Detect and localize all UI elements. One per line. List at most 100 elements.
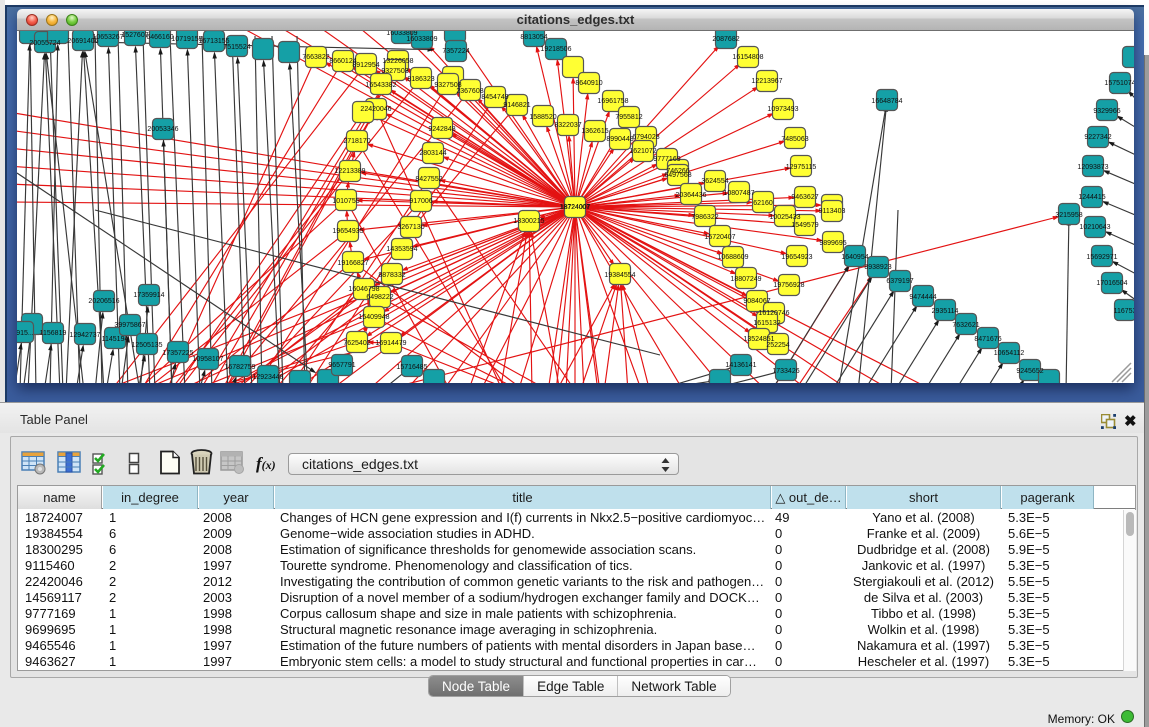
svg-text:10653267: 10653267 — [92, 34, 123, 41]
svg-text:9242848: 9242848 — [428, 126, 455, 133]
svg-text:3267130: 3267130 — [397, 224, 424, 231]
svg-text:15409948: 15409948 — [358, 314, 389, 321]
svg-text:19218506: 19218506 — [540, 46, 571, 53]
svg-text:14353594: 14353594 — [386, 246, 417, 253]
svg-text:6497568: 6497568 — [664, 172, 691, 179]
svg-text:7485063: 7485063 — [781, 136, 808, 143]
svg-text:15716485: 15716485 — [396, 364, 427, 371]
svg-text:15720407: 15720407 — [704, 234, 735, 241]
svg-text:22420046: 22420046 — [360, 106, 391, 113]
svg-text:19166827: 19166827 — [337, 260, 368, 267]
svg-text:2935114: 2935114 — [932, 308, 959, 315]
svg-text:19384554: 19384554 — [604, 272, 635, 279]
svg-text:16543382: 16543382 — [365, 82, 396, 89]
svg-text:17357225: 17357225 — [162, 350, 193, 357]
svg-text:3215958: 3215958 — [1055, 212, 1082, 219]
svg-text:62160: 62160 — [753, 200, 773, 207]
svg-text:9899695: 9899695 — [819, 240, 846, 247]
svg-text:19654923: 19654923 — [781, 254, 812, 261]
svg-text:1615132: 1615132 — [753, 320, 780, 327]
svg-text:9777169: 9777169 — [653, 156, 680, 163]
svg-text:8990448: 8990448 — [606, 136, 633, 143]
svg-text:19756928: 19756928 — [773, 282, 804, 289]
svg-text:3624554: 3624554 — [701, 178, 728, 185]
svg-text:9227342: 9227342 — [1084, 134, 1111, 141]
svg-text:8322037: 8322037 — [554, 122, 581, 129]
svg-text:6379197: 6379197 — [886, 278, 913, 285]
svg-text:18724007: 18724007 — [561, 204, 590, 211]
svg-text:12213967: 12213967 — [751, 78, 782, 85]
svg-text:8813054: 8813054 — [520, 34, 547, 41]
svg-text:39975867: 39975867 — [114, 322, 145, 329]
svg-text:8912954: 8912954 — [352, 62, 379, 69]
svg-text:13226058: 13226058 — [382, 58, 413, 65]
svg-text:6498222: 6498222 — [366, 294, 393, 301]
svg-text:18807249: 18807249 — [730, 276, 761, 283]
svg-text:1145194: 1145194 — [102, 336, 129, 343]
svg-text:16648784: 16648784 — [871, 98, 902, 105]
svg-text:1549579: 1549579 — [791, 222, 818, 229]
svg-text:12942737: 12942737 — [69, 332, 100, 339]
svg-text:10807487: 10807487 — [723, 190, 754, 197]
svg-text:10958107: 10958107 — [192, 356, 223, 363]
svg-text:20055724: 20055724 — [29, 40, 60, 47]
svg-text:16033809: 16033809 — [406, 36, 437, 43]
svg-text:1640954: 1640954 — [841, 254, 868, 261]
svg-text:1010755: 1010755 — [332, 198, 359, 205]
svg-text:10654112: 10654112 — [994, 350, 1025, 357]
svg-text:10210643: 10210643 — [1079, 224, 1110, 231]
svg-text:15692971: 15692971 — [1086, 254, 1117, 261]
svg-text:17359914: 17359914 — [133, 292, 164, 299]
svg-text:16120746: 16120746 — [758, 310, 789, 317]
svg-text:2367608: 2367608 — [456, 88, 483, 95]
svg-text:16914479: 16914479 — [375, 340, 406, 347]
svg-text:7515524: 7515524 — [223, 44, 250, 51]
svg-text:8938923: 8938923 — [864, 264, 891, 271]
svg-text:16961758: 16961758 — [597, 98, 628, 105]
svg-text:116753: 116753 — [1114, 308, 1134, 315]
svg-text:9146821: 9146821 — [503, 102, 530, 109]
svg-text:9657791: 9657791 — [328, 362, 355, 369]
svg-text:13300215: 13300215 — [513, 218, 544, 225]
svg-text:2718170: 2718170 — [343, 138, 370, 145]
svg-text:7632621: 7632621 — [952, 322, 979, 329]
svg-text:9329966: 9329966 — [1093, 108, 1120, 115]
svg-text:12923448: 12923448 — [252, 374, 283, 381]
svg-text:7625402: 7625402 — [343, 340, 370, 347]
svg-text:14136141: 14136141 — [725, 362, 756, 369]
svg-text:12505135: 12505135 — [131, 342, 162, 349]
svg-text:1362615: 1362615 — [581, 128, 608, 135]
svg-text:19654935: 19654935 — [332, 228, 363, 235]
svg-text:9084067: 9084067 — [743, 298, 770, 305]
svg-text:7986322: 7986322 — [691, 214, 718, 221]
svg-text:1156819: 1156819 — [40, 330, 67, 337]
svg-text:2803144: 2803144 — [419, 150, 446, 157]
svg-text:1527607: 1527607 — [121, 32, 148, 39]
svg-text:12975115: 12975115 — [786, 164, 817, 171]
svg-text:9474444: 9474444 — [909, 294, 936, 301]
svg-text:7357224: 7357224 — [442, 48, 469, 55]
svg-text:7663822: 7663822 — [302, 54, 329, 61]
svg-text:7955812: 7955812 — [615, 114, 642, 121]
svg-text:10025433: 10025433 — [769, 214, 800, 221]
svg-text:252254: 252254 — [766, 342, 789, 349]
svg-text:3915...: 3915... — [17, 330, 34, 337]
svg-text:8454749: 8454749 — [481, 94, 508, 101]
svg-text:15751074: 15751074 — [1104, 80, 1134, 87]
svg-text:8427552: 8427552 — [415, 176, 442, 183]
svg-text:20206516: 20206516 — [88, 298, 119, 305]
svg-text:12093873: 12093873 — [1077, 164, 1108, 171]
svg-text:16046798: 16046798 — [348, 286, 379, 293]
svg-text:1244415: 1244415 — [1078, 194, 1105, 201]
svg-text:9245652: 9245652 — [1016, 368, 1043, 375]
svg-text:1621072: 1621072 — [629, 148, 656, 155]
svg-text:9463627: 9463627 — [791, 194, 818, 201]
svg-text:17016504: 17016504 — [1096, 280, 1127, 287]
svg-text:1733426: 1733426 — [772, 368, 799, 375]
svg-text:10688609: 10688609 — [717, 254, 748, 261]
svg-text:9327503: 9327503 — [381, 68, 408, 75]
svg-text:9113403: 9113403 — [819, 208, 846, 215]
svg-text:6794028: 6794028 — [632, 134, 659, 141]
svg-text:12213389: 12213389 — [334, 168, 365, 175]
svg-text:2087682: 2087682 — [712, 36, 739, 43]
